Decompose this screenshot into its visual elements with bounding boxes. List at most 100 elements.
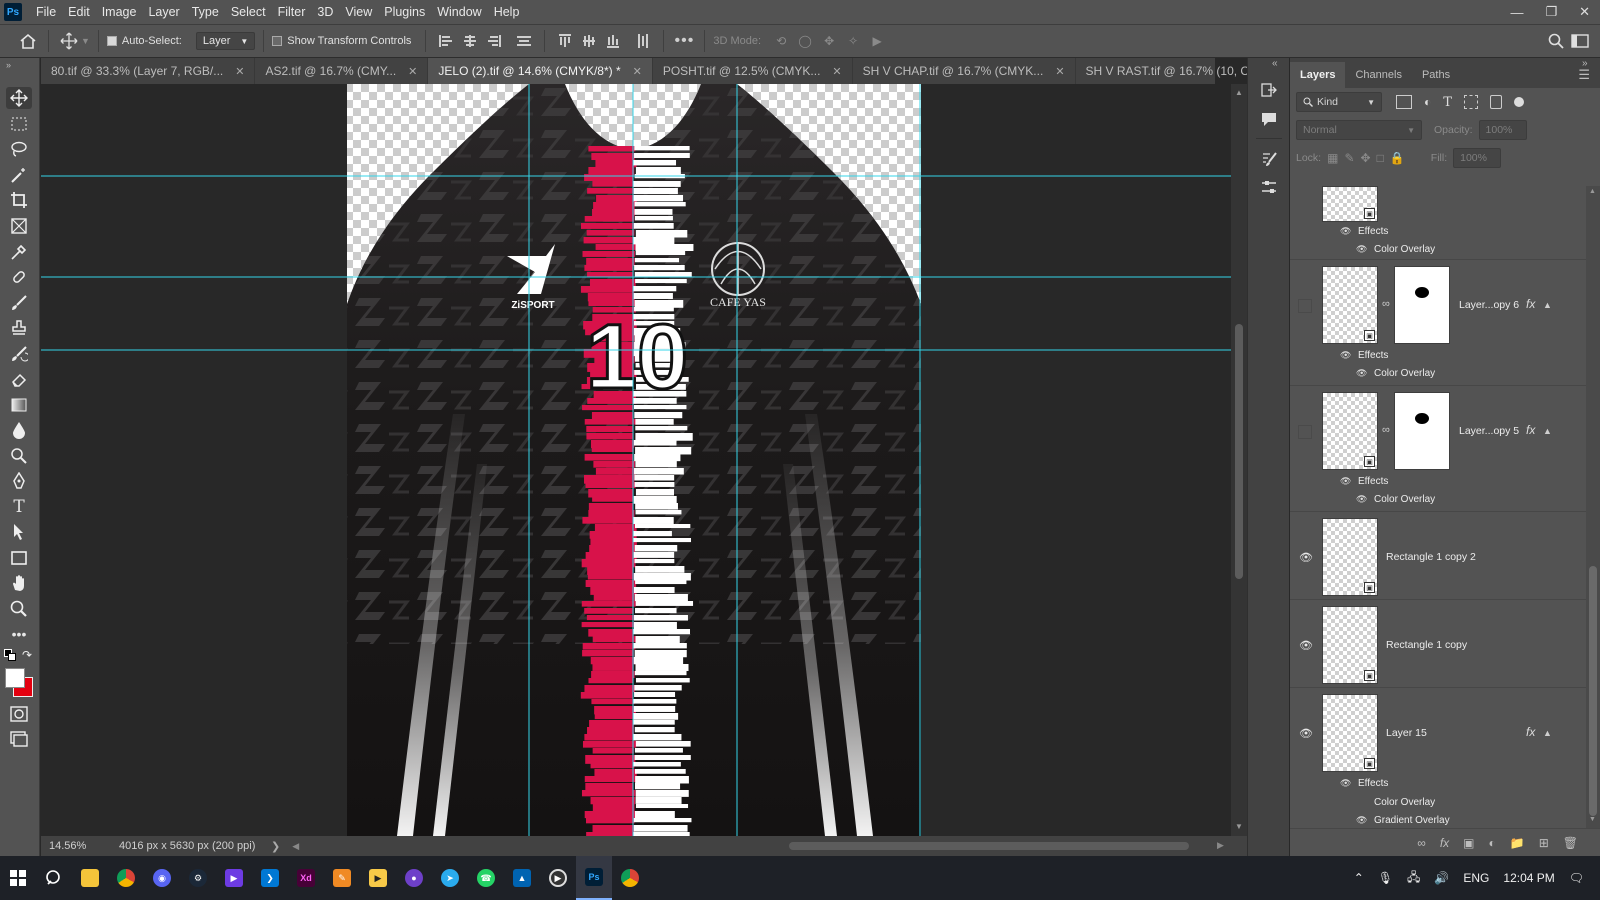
close-tab-icon[interactable]: ✕: [1055, 65, 1064, 78]
collapse-double-arrow-icon[interactable]: »: [1582, 58, 1588, 69]
swap-colors-icon[interactable]: ↷: [22, 648, 32, 662]
menu-type[interactable]: Type: [186, 0, 225, 24]
layer-row-partial[interactable]: ▣ 👁 Effects 👁 Color Overlay: [1290, 186, 1586, 260]
filter-toggle-icon[interactable]: [1513, 97, 1524, 107]
show-transform-controls-checkbox[interactable]: Show Transform Controls: [272, 35, 411, 47]
github-icon[interactable]: ●: [396, 856, 432, 900]
link-icon[interactable]: ∞: [1382, 424, 1390, 436]
clock[interactable]: 12:04 PM: [1503, 871, 1554, 885]
delete-layer-icon[interactable]: 🗑: [1563, 836, 1578, 850]
collapse-effects-icon[interactable]: ▲: [1543, 728, 1552, 738]
link-layers-icon[interactable]: ∞: [1417, 836, 1426, 850]
filter-kind-dropdown[interactable]: Kind ▼: [1296, 92, 1382, 112]
menu-edit[interactable]: Edit: [62, 0, 96, 24]
volume-icon[interactable]: 🔊: [1434, 871, 1449, 885]
menu-3d[interactable]: 3D: [311, 0, 339, 24]
3d-orbit-icon[interactable]: ⟲: [769, 29, 793, 53]
blur-tool-icon[interactable]: [6, 419, 32, 441]
visibility-off-toggle[interactable]: [1298, 299, 1312, 313]
eye-icon[interactable]: 👁: [1340, 476, 1352, 487]
search-icon[interactable]: [1544, 29, 1568, 53]
discord-icon[interactable]: ◉: [144, 856, 180, 900]
zoom-tool-icon[interactable]: [6, 598, 32, 620]
menu-select[interactable]: Select: [225, 0, 272, 24]
document-canvas[interactable]: 10 ZiSPORT CAFE YAS: [41, 84, 1231, 836]
link-icon[interactable]: ∞: [1382, 298, 1390, 310]
more-options-icon[interactable]: •••: [672, 29, 696, 53]
tab-paths[interactable]: Paths: [1412, 62, 1460, 88]
scroll-up-icon[interactable]: ▲: [1589, 188, 1596, 195]
add-mask-icon[interactable]: ▣: [1463, 836, 1474, 850]
fx-badge[interactable]: fx: [1526, 297, 1535, 311]
hand-tool-icon[interactable]: [6, 572, 32, 594]
layer-name[interactable]: Rectangle 1 copy: [1386, 639, 1467, 651]
gradient-tool-icon[interactable]: [6, 394, 32, 416]
effect-item[interactable]: 👁 Color Overlay: [1356, 494, 1435, 505]
layer-name[interactable]: Layer 15: [1386, 727, 1427, 739]
notifications-icon[interactable]: 🗨: [1569, 871, 1584, 885]
close-tab-icon[interactable]: ✕: [235, 65, 244, 78]
eye-icon[interactable]: 👁: [1356, 244, 1368, 255]
collapse-effects-icon[interactable]: ▲: [1543, 300, 1552, 310]
vertical-scrollbar[interactable]: ▲ ▼: [1231, 84, 1247, 836]
new-adjustment-icon[interactable]: ◐: [1489, 836, 1496, 850]
vertical-scroll-thumb[interactable]: [1235, 324, 1243, 579]
comments-panel-icon[interactable]: [1257, 108, 1281, 130]
lock-artboard-icon[interactable]: □: [1377, 151, 1384, 165]
eye-icon[interactable]: 👁: [1298, 727, 1314, 740]
checkbox-unchecked-icon[interactable]: [272, 36, 283, 46]
auto-select-checkbox[interactable]: Auto-Select:: [106, 35, 182, 47]
tab-layers[interactable]: Layers: [1290, 62, 1346, 88]
layer-row[interactable]: 👁 ▣ Layer 15 fx ▲ 👁 Effects Color Overlay…: [1290, 690, 1586, 828]
align-left-edges-icon[interactable]: [434, 29, 458, 53]
filter-pixel-icon[interactable]: [1396, 95, 1412, 109]
edit-toolbar-icon[interactable]: •••: [6, 623, 32, 645]
history-brush-tool-icon[interactable]: [6, 343, 32, 365]
document-tab[interactable]: AS2.tif @ 16.7% (CMY... ✕: [255, 58, 429, 84]
minimize-icon[interactable]: —: [1510, 5, 1523, 20]
lock-pixels-icon[interactable]: ✎: [1344, 151, 1354, 165]
effect-item[interactable]: 👁 Color Overlay: [1356, 244, 1435, 255]
align-top-edges-icon[interactable]: [553, 29, 577, 53]
distribute-horizontal-icon[interactable]: [631, 29, 655, 53]
steam-icon[interactable]: ⚙: [180, 856, 216, 900]
fx-badge[interactable]: fx: [1526, 725, 1535, 739]
document-tab-active[interactable]: JELO (2).tif @ 14.6% (CMYK/8*) * ✕: [428, 58, 653, 84]
marquee-tool-icon[interactable]: [6, 113, 32, 135]
canvas-area[interactable]: 10 ZiSPORT CAFE YAS: [41, 84, 1231, 836]
align-bottom-edges-icon[interactable]: [601, 29, 625, 53]
file-explorer-icon[interactable]: [72, 856, 108, 900]
chevron-up-icon[interactable]: ⌃: [1354, 871, 1364, 885]
effects-row[interactable]: 👁 Effects: [1340, 350, 1388, 361]
rectangle-tool-icon[interactable]: [6, 547, 32, 569]
filter-smart-object-icon[interactable]: [1489, 95, 1502, 109]
visibility-off-toggle[interactable]: [1298, 425, 1312, 439]
horizontal-scroll-thumb[interactable]: [789, 842, 1189, 850]
effect-item[interactable]: 👁 Gradient Overlay: [1356, 815, 1450, 826]
lock-position-icon[interactable]: ✥: [1361, 151, 1371, 165]
3d-pan-icon[interactable]: ✥: [817, 29, 841, 53]
status-more-icon[interactable]: ❯: [271, 840, 280, 853]
dodge-tool-icon[interactable]: [6, 445, 32, 467]
adobe-xd-icon[interactable]: Xd: [288, 856, 324, 900]
foreground-color-swatch[interactable]: [5, 668, 25, 688]
language-indicator[interactable]: ENG: [1463, 871, 1489, 885]
layers-scrollbar[interactable]: ▲ ▼: [1586, 186, 1600, 828]
eraser-tool-icon[interactable]: [6, 368, 32, 390]
default-colors-icon[interactable]: [4, 649, 16, 661]
lock-transparent-icon[interactable]: ▦: [1327, 151, 1338, 165]
eye-icon[interactable]: 👁: [1340, 350, 1352, 361]
layers-scroll-thumb[interactable]: [1589, 566, 1597, 816]
align-right-edges-icon[interactable]: [482, 29, 506, 53]
eye-icon[interactable]: 👁: [1356, 815, 1368, 826]
close-window-icon[interactable]: ✕: [1579, 4, 1590, 20]
layer-row[interactable]: ▣ ∞ Layer...opy 6 fx ▲ 👁 Effects 👁 Color O…: [1290, 262, 1586, 386]
quick-mask-icon[interactable]: [6, 703, 32, 725]
chrome-icon[interactable]: [612, 856, 648, 900]
3d-roll-icon[interactable]: ◯: [793, 29, 817, 53]
effects-row[interactable]: 👁 Effects: [1340, 778, 1388, 789]
menu-filter[interactable]: Filter: [272, 0, 312, 24]
microphone-icon[interactable]: 🎙: [1378, 871, 1393, 885]
close-tab-icon[interactable]: ✕: [633, 65, 642, 78]
menu-image[interactable]: Image: [96, 0, 143, 24]
